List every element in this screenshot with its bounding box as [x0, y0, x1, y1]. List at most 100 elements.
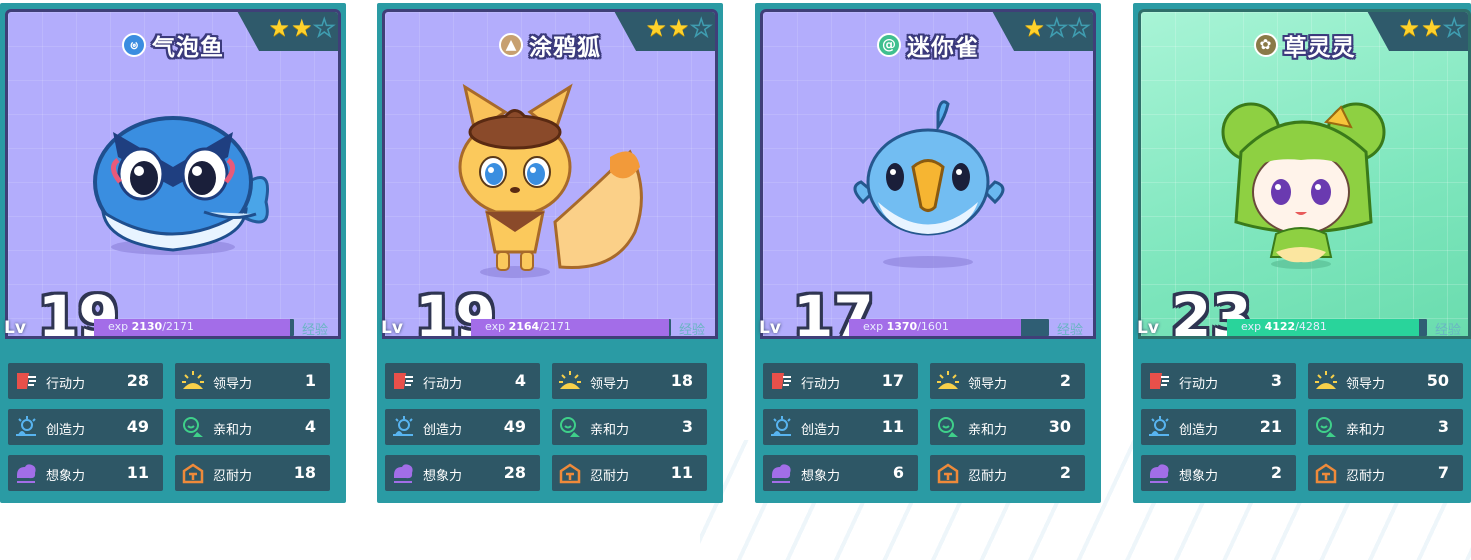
- stat-label: 行动力: [1179, 377, 1219, 392]
- pet-name: 涂鸦狐: [529, 35, 601, 61]
- exp-text: exp 2130/2171: [108, 320, 194, 333]
- exp-row: exp 2164/2171 经验: [471, 319, 717, 338]
- stat-label: 创造力: [801, 423, 841, 438]
- exp-bar: exp 1370/1601: [849, 319, 1049, 336]
- action-icon: [17, 373, 36, 389]
- stat-value: 3: [1437, 417, 1449, 436]
- stat-label: 创造力: [423, 423, 463, 438]
- creativity-icon: [1149, 416, 1169, 436]
- exp-row: exp 4122/4281 经验: [1227, 319, 1465, 338]
- stat-value: 2: [1059, 371, 1071, 390]
- pet-card[interactable]: ★ ★ ★ @ 迷你雀 17 Lv exp 1370/1601 经验 行动力 1…: [755, 3, 1101, 503]
- stat-action: 行动力 17: [763, 363, 918, 399]
- stat-value: 28: [503, 463, 526, 482]
- stat-action: 行动力 4: [385, 363, 540, 399]
- stat-value: 50: [1426, 371, 1449, 390]
- stat-affinity: 亲和力 30: [930, 409, 1085, 445]
- stat-label: 亲和力: [968, 423, 1008, 438]
- stat-label: 创造力: [1179, 423, 1219, 438]
- pet-card-portrait: ★ ★ ★ @ 迷你雀 17: [760, 9, 1096, 339]
- stat-value: 30: [1048, 417, 1071, 436]
- stat-label: 忍耐力: [213, 469, 253, 484]
- creativity-icon: [771, 416, 791, 436]
- stat-imagine: 想象力 6: [763, 455, 918, 491]
- level-label: Lv: [1137, 318, 1159, 338]
- stat-label: 行动力: [801, 377, 841, 392]
- action-icon: [772, 373, 791, 389]
- stat-lead: 领导力 18: [552, 363, 707, 399]
- water-swirl-icon: ၑ: [122, 33, 146, 57]
- stat-label: 领导力: [1346, 377, 1386, 392]
- stat-label: 想象力: [46, 469, 86, 484]
- stat-label: 想象力: [423, 469, 463, 484]
- endurance-icon: [1315, 463, 1337, 484]
- exp-side-label: 经验: [302, 323, 329, 338]
- stat-label: 创造力: [46, 423, 86, 438]
- leaf-icon: ✿: [1253, 33, 1278, 57]
- stat-value: 17: [881, 371, 904, 390]
- stat-value: 49: [503, 417, 526, 436]
- stat-imagine: 想象力 2: [1141, 455, 1296, 491]
- affinity-icon: [938, 417, 958, 437]
- stat-value: 21: [1259, 417, 1282, 436]
- pet-card-portrait: ★ ★ ★ ▲ 涂鸦狐 19: [382, 9, 718, 339]
- creativity-icon: [393, 416, 413, 436]
- stat-value: 2: [1059, 463, 1071, 482]
- stat-create: 创造力 21: [1141, 409, 1296, 445]
- stat-label: 忍耐力: [1346, 469, 1386, 484]
- leadership-icon: [559, 371, 581, 389]
- stat-create: 创造力 11: [763, 409, 918, 445]
- level-label: Lv: [4, 318, 26, 338]
- stat-action: 行动力 28: [8, 363, 163, 399]
- affinity-icon: [1316, 417, 1336, 437]
- level-label: Lv: [759, 318, 781, 338]
- affinity-icon: [183, 417, 203, 437]
- stat-value: 3: [681, 417, 693, 436]
- endurance-icon: [937, 463, 959, 484]
- stat-value: 6: [892, 463, 904, 482]
- exp-text: exp 2164/2171: [485, 320, 571, 333]
- stat-label: 想象力: [801, 469, 841, 484]
- exp-bar: exp 4122/4281: [1227, 319, 1427, 336]
- stat-value: 18: [293, 463, 316, 482]
- stat-label: 领导力: [213, 377, 253, 392]
- stat-lead: 领导力 2: [930, 363, 1085, 399]
- stat-label: 行动力: [46, 377, 86, 392]
- pet-card[interactable]: ★ ★ ★ ▲ 涂鸦狐 19 Lv exp 2164/2171 经验 行动力 4…: [377, 3, 723, 503]
- exp-side-label: 经验: [679, 323, 706, 338]
- bubble-fish-pet-image: [93, 116, 269, 255]
- pet-card-portrait: ★ ★ ★ ၑ 气泡鱼 19: [5, 9, 341, 339]
- stat-imagine: 想象力 28: [385, 455, 540, 491]
- level-label: Lv: [381, 318, 403, 338]
- imagination-icon: [394, 464, 413, 483]
- stat-value: 4: [514, 371, 526, 390]
- stat-label: 领导力: [590, 377, 630, 392]
- stat-action: 行动力 3: [1141, 363, 1296, 399]
- stat-value: 49: [126, 417, 149, 436]
- stat-label: 想象力: [1179, 469, 1219, 484]
- stat-imagine: 想象力 11: [8, 455, 163, 491]
- pet-card[interactable]: ★ ★ ★ ✿ 草灵灵 23 Lv exp 4122/4281 经验 行动力 3…: [1133, 3, 1471, 503]
- exp-side-label: 经验: [1435, 323, 1462, 338]
- exp-row: exp 2130/2171 经验: [94, 319, 340, 338]
- pet-name: 草灵灵: [1283, 35, 1356, 61]
- stat-endure: 忍耐力 18: [175, 455, 330, 491]
- stat-affinity: 亲和力 3: [552, 409, 707, 445]
- imagination-icon: [17, 464, 36, 483]
- stat-value: 4: [304, 417, 316, 436]
- exp-row: exp 1370/1601 经验: [849, 319, 1095, 338]
- pet-card-portrait: ★ ★ ★ ✿ 草灵灵 23: [1138, 9, 1471, 339]
- pet-card[interactable]: ★ ★ ★ ၑ 气泡鱼 19 Lv exp 2130/2171 经验 行动力 2…: [0, 3, 346, 503]
- endurance-icon: [559, 463, 581, 484]
- stat-label: 忍耐力: [590, 469, 630, 484]
- stat-label: 领导力: [968, 377, 1008, 392]
- stat-affinity: 亲和力 3: [1308, 409, 1463, 445]
- leadership-icon: [1315, 371, 1337, 389]
- exp-text: exp 1370/1601: [863, 320, 949, 333]
- stat-label: 忍耐力: [968, 469, 1008, 484]
- exp-bar: exp 2130/2171: [94, 319, 294, 336]
- stat-label: 亲和力: [590, 423, 630, 438]
- stat-value: 11: [670, 463, 693, 482]
- grass-sprite-pet-image: [1221, 102, 1386, 269]
- stat-endure: 忍耐力 2: [930, 455, 1085, 491]
